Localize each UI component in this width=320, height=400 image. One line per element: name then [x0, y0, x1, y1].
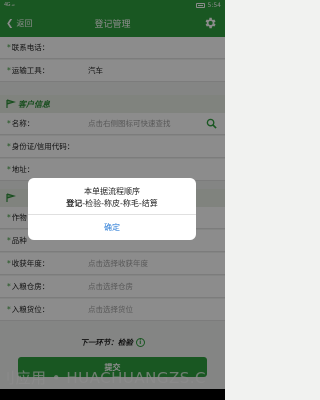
- navigation-bar: [0, 389, 225, 400]
- process-order-dialog: 本单据流程顺序 登记-检验-称皮-称毛-结算 确定: [28, 178, 196, 240]
- dialog-message: 本单据流程顺序: [84, 187, 140, 196]
- dialog-flow-rest: -检验-称皮-称毛-结算: [82, 199, 158, 208]
- dialog-flow: 登记-检验-称皮-称毛-结算: [28, 198, 196, 209]
- confirm-button[interactable]: 确定: [28, 214, 196, 240]
- dialog-flow-current: 登记: [66, 199, 83, 208]
